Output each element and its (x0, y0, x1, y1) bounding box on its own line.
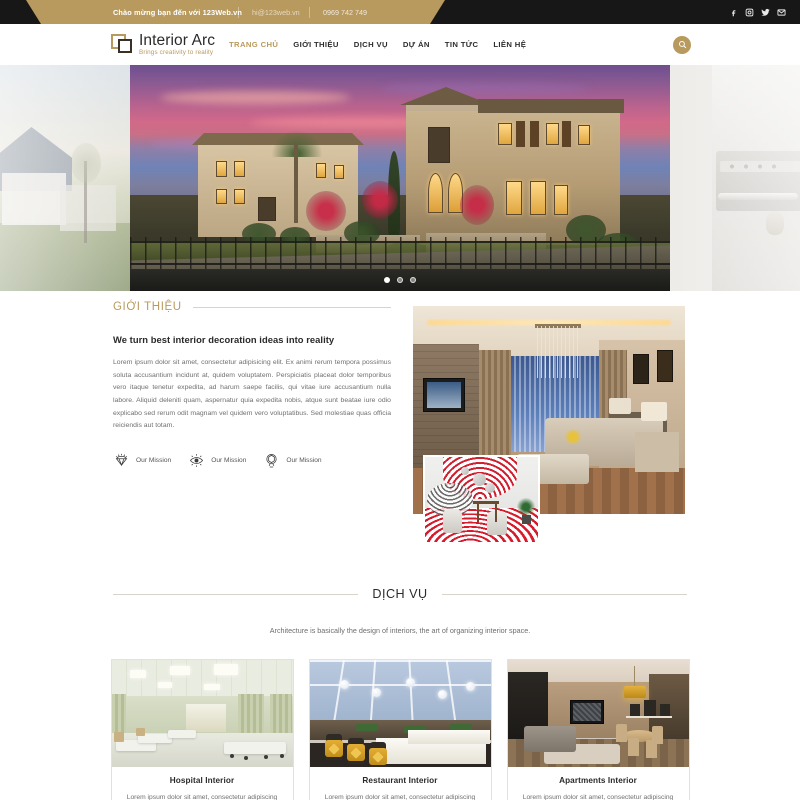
about-image-red-lounge (423, 455, 540, 544)
contact-phone[interactable]: 0969 742 749 (323, 8, 367, 17)
welcome-message: Chào mừng bạn đến với 123Web.vn (113, 7, 242, 17)
service-card-text: Lorem ipsum dolor sit amet, consectetur … (522, 794, 674, 800)
service-card-restaurant[interactable]: Restaurant Interior Lorem ipsum dolor si… (308, 659, 492, 800)
service-card-list: Hospital Interior Lorem ipsum dolor sit … (0, 659, 800, 800)
services-title-row: DỊCH VỤ (113, 581, 687, 601)
about-paragraph: Lorem ipsum dolor sit amet, consectetur … (113, 359, 391, 430)
facebook-icon[interactable] (729, 8, 738, 17)
mission-label: Our Mission (211, 456, 247, 464)
services-rule-left (113, 593, 359, 595)
diamond-icon (115, 453, 128, 467)
about-label-row: GIỚI THIỆU (113, 301, 391, 313)
mission-item-medal[interactable]: Our Mission (263, 452, 322, 469)
social-links (729, 8, 786, 17)
email-icon[interactable] (777, 8, 786, 17)
site-logo[interactable]: Interior Arc Brings creativity to realit… (111, 33, 215, 56)
service-card-image (309, 660, 491, 767)
services-rule-right (441, 593, 687, 595)
slider-dot-1[interactable] (384, 277, 390, 283)
hero-slide-next[interactable] (670, 65, 800, 291)
nav-item-gioi-thieu[interactable]: GIỚI THIỆU (293, 40, 339, 49)
logo-name: Interior Arc (139, 32, 216, 50)
service-card-title: Apartments Interior (559, 776, 637, 785)
service-card-text: Lorem ipsum dolor sit amet, consectetur … (126, 794, 278, 800)
service-card-image (507, 660, 689, 767)
nav-item-tin-tuc[interactable]: TIN TỨC (445, 40, 479, 49)
service-card-title: Hospital Interior (169, 776, 235, 785)
main-navigation: TRANG CHỦ GIỚI THIỆU DỊCH VỤ DỰ ÁN TIN T… (229, 40, 526, 49)
topbar-divider (309, 6, 310, 18)
mission-item-eye[interactable]: Our Mission (188, 452, 246, 469)
service-card-hospital[interactable]: Hospital Interior Lorem ipsum dolor sit … (110, 659, 294, 800)
about-section-label: GIỚI THIỆU (113, 301, 182, 313)
mission-label: Our Mission (136, 456, 172, 464)
hero-slide-prev[interactable] (0, 65, 130, 291)
about-heading: We turn best interior decoration ideas i… (113, 334, 335, 345)
service-card-image (111, 660, 293, 767)
topbar-divider (238, 6, 239, 18)
mission-label: Our Mission (286, 456, 322, 464)
hero-slider (0, 65, 800, 291)
mission-list: Our Mission Our Mission Our Mission (113, 452, 391, 469)
logo-tagline: Brings creativity to reality (139, 48, 214, 56)
services-section: DỊCH VỤ Architecture is basically the de… (0, 581, 800, 800)
services-title: DỊCH VỤ (372, 587, 428, 601)
nav-item-lien-he[interactable]: LIÊN HỆ (493, 40, 526, 49)
eye-icon (190, 454, 204, 467)
mission-item-diamond[interactable]: Our Mission (113, 452, 171, 469)
top-bar: Chào mừng bạn đến với 123Web.vn hi@123we… (0, 0, 800, 24)
search-button[interactable] (673, 35, 691, 54)
slider-dots (384, 277, 416, 283)
search-icon (678, 41, 686, 49)
nav-item-dich-vu[interactable]: DỊCH VỤ (354, 40, 388, 49)
contact-email[interactable]: hi@123web.vn (252, 8, 300, 17)
slider-dot-2[interactable] (397, 277, 403, 283)
instagram-icon[interactable] (745, 8, 754, 17)
slider-dot-3[interactable] (410, 277, 416, 283)
service-card-title: Restaurant Interior (362, 776, 438, 785)
site-header: Interior Arc Brings creativity to realit… (0, 24, 800, 65)
services-subtitle: Architecture is basically the design of … (269, 626, 531, 635)
service-card-text: Lorem ipsum dolor sit amet, consectetur … (324, 794, 476, 800)
nav-item-du-an[interactable]: DỰ ÁN (403, 40, 430, 49)
about-label-rule (192, 306, 391, 308)
logo-mark-icon (111, 33, 133, 55)
service-card-apartments[interactable]: Apartments Interior Lorem ipsum dolor si… (506, 659, 690, 800)
nav-item-trang-chu[interactable]: TRANG CHỦ (229, 40, 278, 49)
twitter-icon[interactable] (761, 8, 770, 17)
medal-icon (266, 453, 277, 468)
hero-slide-active[interactable] (130, 65, 670, 291)
